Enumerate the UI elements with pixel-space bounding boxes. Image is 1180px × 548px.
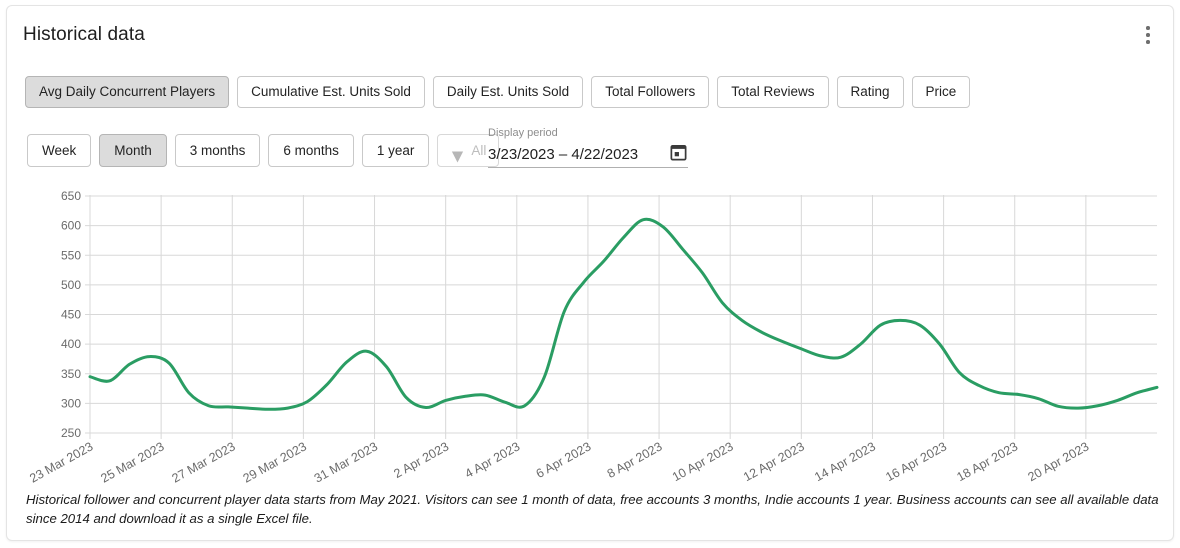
y-tick-label: 450 [61, 308, 81, 322]
tab-total-followers[interactable]: Total Followers [591, 76, 710, 108]
period-month[interactable]: Month [99, 134, 167, 167]
kebab-menu-icon[interactable] [1136, 20, 1160, 50]
y-tick-label: 600 [61, 219, 81, 233]
y-tick-label: 250 [61, 426, 81, 440]
y-tick-label: 550 [61, 248, 81, 262]
chart-footnote: Historical follower and concurrent playe… [26, 492, 1159, 526]
kebab-dot [1146, 26, 1150, 30]
kebab-dot [1146, 40, 1150, 44]
period-1-year[interactable]: 1 year [361, 134, 430, 167]
x-tick-label: 31 Mar 2023 [312, 439, 380, 484]
y-tick-label: 400 [61, 337, 81, 351]
period-week[interactable]: Week [27, 134, 92, 167]
period-all-label: All [471, 143, 487, 158]
gem-icon [450, 144, 465, 163]
x-tick-label: 16 Apr 2023 [883, 439, 949, 484]
x-tick-label: 12 Apr 2023 [741, 439, 807, 484]
period-3-months[interactable]: 3 months [174, 134, 261, 167]
y-tick-label: 500 [61, 278, 81, 292]
display-period-valuerow: 3/23/2023 – 4/22/2023 [488, 143, 688, 168]
calendar-icon[interactable] [669, 143, 688, 162]
metric-tab-group: Avg Daily Concurrent Players Cumulative … [25, 76, 971, 108]
y-tick-label: 350 [61, 367, 81, 381]
x-tick-label: 14 Apr 2023 [812, 439, 878, 484]
chart-svg: 250 300 350 400 450 500 550 600 650 23 Mar 2023 25… [27, 189, 1159, 486]
period-tab-group: Week Month 3 months 6 months 1 year All [27, 134, 500, 167]
x-tick-label: 2 Apr 2023 [391, 439, 451, 481]
x-tick-label: 6 Apr 2023 [534, 439, 594, 481]
x-tick-label: 4 Apr 2023 [463, 439, 523, 481]
x-tick-label: 29 Mar 2023 [241, 439, 309, 484]
tab-rating[interactable]: Rating [836, 76, 904, 108]
x-tick-label: 8 Apr 2023 [605, 439, 665, 481]
x-tick-label: 20 Apr 2023 [1026, 439, 1092, 484]
kebab-dot [1146, 33, 1150, 37]
historical-data-chart: 250 300 350 400 450 500 550 600 650 23 Mar 2023 25… [7, 184, 1173, 486]
tab-total-reviews[interactable]: Total Reviews [717, 76, 829, 108]
y-tick-label: 300 [61, 396, 81, 410]
x-tick-label: 27 Mar 2023 [170, 439, 238, 484]
x-tick-label: 25 Mar 2023 [98, 439, 166, 484]
y-tick-label: 650 [61, 189, 81, 203]
display-period-value[interactable]: 3/23/2023 – 4/22/2023 [488, 146, 638, 163]
tab-avg-daily-concurrent-players[interactable]: Avg Daily Concurrent Players [25, 76, 230, 108]
tab-cumulative-est-units-sold[interactable]: Cumulative Est. Units Sold [237, 76, 425, 108]
x-tick-label: 10 Apr 2023 [670, 439, 736, 484]
x-tick-label: 23 Mar 2023 [27, 439, 95, 484]
period-6-months[interactable]: 6 months [268, 134, 354, 167]
page-title: Historical data [23, 24, 145, 45]
tab-price[interactable]: Price [911, 76, 971, 108]
historical-data-card: Historical data Avg Daily Concurrent Pla… [6, 5, 1174, 541]
display-period-field: Display period 3/23/2023 – 4/22/2023 [488, 126, 688, 168]
x-tick-label: 18 Apr 2023 [954, 439, 1020, 484]
tab-daily-est-units-sold[interactable]: Daily Est. Units Sold [432, 76, 584, 108]
display-period-label: Display period [488, 127, 558, 139]
